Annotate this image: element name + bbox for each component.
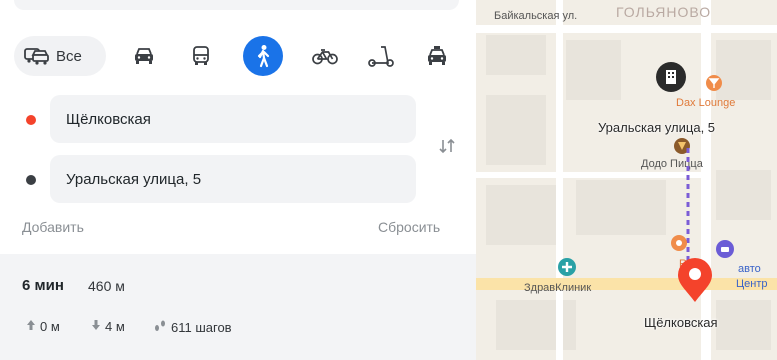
bus-icon bbox=[191, 46, 211, 66]
clinic-poi-label: ЗдравКлиник bbox=[524, 282, 592, 294]
reset-route-link[interactable]: Сбросить bbox=[378, 219, 440, 235]
walking-route-line bbox=[686, 148, 697, 301]
origin-map-pin[interactable] bbox=[676, 256, 714, 304]
arrow-up-icon bbox=[26, 319, 36, 334]
steps-value: 611 шагов bbox=[171, 320, 232, 335]
taxi-icon bbox=[426, 46, 448, 66]
clinic-poi-marker[interactable] bbox=[558, 258, 576, 276]
pedestrian-icon bbox=[253, 44, 273, 68]
location-pin-icon bbox=[676, 258, 714, 308]
swap-arrows-icon bbox=[437, 138, 457, 160]
ascent-value: 0 м bbox=[40, 319, 60, 334]
mode-car-button[interactable] bbox=[129, 36, 159, 76]
auto-center-poi-marker[interactable] bbox=[716, 240, 734, 258]
origin-value: Щёлковская bbox=[66, 110, 151, 128]
route-distance: 460 м bbox=[88, 278, 125, 294]
descent-stat: 4 м bbox=[91, 319, 125, 334]
scooter-icon bbox=[368, 45, 394, 67]
destination-input[interactable]: Уральская улица, 5 bbox=[50, 155, 416, 203]
route-duration: 6 мин bbox=[22, 277, 64, 294]
origin-map-label: Щёлковская bbox=[644, 315, 718, 330]
avto-poi-label: авто bbox=[738, 263, 761, 275]
destination-marker-dot bbox=[26, 175, 36, 185]
steps-stat: 611 шагов bbox=[153, 319, 232, 336]
car-icon bbox=[133, 47, 155, 65]
car-bus-icon bbox=[24, 46, 50, 66]
descent-value: 4 м bbox=[105, 319, 125, 334]
map-view[interactable]: Байкальская ул. ГОЛЬЯНОВО Dax Lounge Ура… bbox=[476, 0, 777, 360]
origin-input[interactable]: Щёлковская bbox=[50, 95, 416, 143]
mode-all-button[interactable]: Все bbox=[14, 36, 106, 76]
destination-value: Уральская улица, 5 bbox=[66, 170, 202, 188]
food-icon bbox=[671, 238, 687, 255]
mode-walk-button[interactable] bbox=[243, 36, 283, 76]
mode-scooter-button[interactable] bbox=[364, 36, 398, 76]
ascent-stat: 0 м bbox=[26, 319, 60, 334]
mode-taxi-button[interactable] bbox=[422, 36, 452, 76]
centr-poi-label: Центр bbox=[736, 278, 768, 290]
food-poi-marker[interactable] bbox=[671, 235, 687, 251]
origin-marker-dot bbox=[26, 115, 36, 125]
route-option-card[interactable] bbox=[0, 254, 476, 360]
add-point-link[interactable]: Добавить bbox=[22, 219, 84, 235]
car-service-icon bbox=[716, 245, 734, 262]
footsteps-icon bbox=[153, 319, 167, 336]
panel-header-strip bbox=[14, 0, 459, 10]
mode-transit-button[interactable] bbox=[186, 36, 216, 76]
bicycle-icon bbox=[312, 47, 338, 65]
mode-bike-button[interactable] bbox=[308, 36, 342, 76]
arrow-down-icon bbox=[91, 319, 101, 334]
mode-all-label: Все bbox=[56, 47, 82, 65]
route-panel: Все Щёлковская Уральская улица, 5 Добави… bbox=[0, 0, 476, 360]
swap-points-button[interactable] bbox=[437, 136, 457, 156]
medical-icon bbox=[558, 262, 576, 280]
